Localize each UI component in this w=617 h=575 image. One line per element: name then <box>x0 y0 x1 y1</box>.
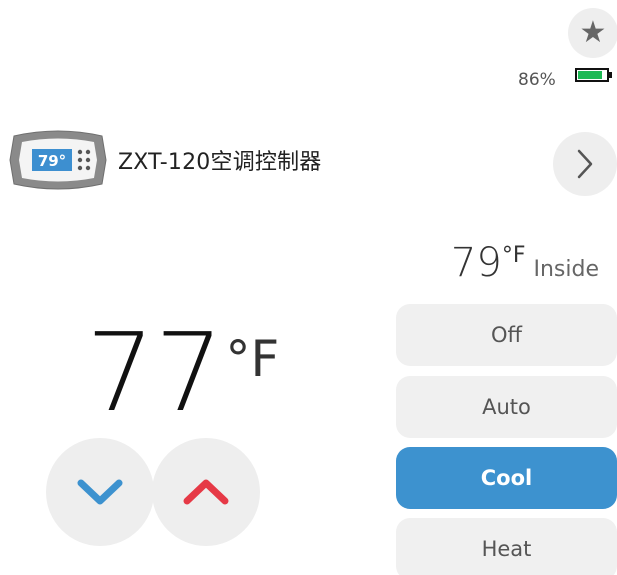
svg-text:79°: 79° <box>38 152 66 170</box>
battery-icon <box>575 68 612 82</box>
setpoint-display: 77 °F <box>86 320 279 428</box>
mode-cool-button[interactable]: Cool <box>396 447 617 509</box>
setpoint-value: 77 <box>86 311 224 436</box>
inside-label: Inside <box>533 257 599 282</box>
mode-off-button[interactable]: Off <box>396 304 617 366</box>
favorite-button[interactable]: ★ <box>568 8 617 58</box>
inside-temp-unit: °F <box>501 243 526 268</box>
decrease-temp-button[interactable] <box>46 438 154 546</box>
thermostat-screen: ★ 86% 79° ZXT-120空调控制器 79 °F Inside 77 °… <box>0 0 617 575</box>
increase-temp-button[interactable] <box>152 438 260 546</box>
device-detail-button[interactable] <box>553 132 617 196</box>
chevron-down-icon <box>77 479 123 505</box>
chevron-up-icon <box>183 479 229 505</box>
battery-fill <box>578 71 602 79</box>
inside-temperature: 79 °F Inside <box>451 240 599 286</box>
mode-heat-button[interactable]: Heat <box>396 518 617 575</box>
device-name: ZXT-120空调控制器 <box>118 150 322 175</box>
setpoint-unit: °F <box>225 330 280 388</box>
battery-percent: 86% <box>518 70 556 90</box>
inside-temp-value: 79 <box>450 240 502 286</box>
chevron-right-icon <box>577 149 593 179</box>
star-icon: ★ <box>579 15 607 50</box>
mode-auto-button[interactable]: Auto <box>396 376 617 438</box>
thermostat-device-icon: 79° <box>9 130 107 190</box>
